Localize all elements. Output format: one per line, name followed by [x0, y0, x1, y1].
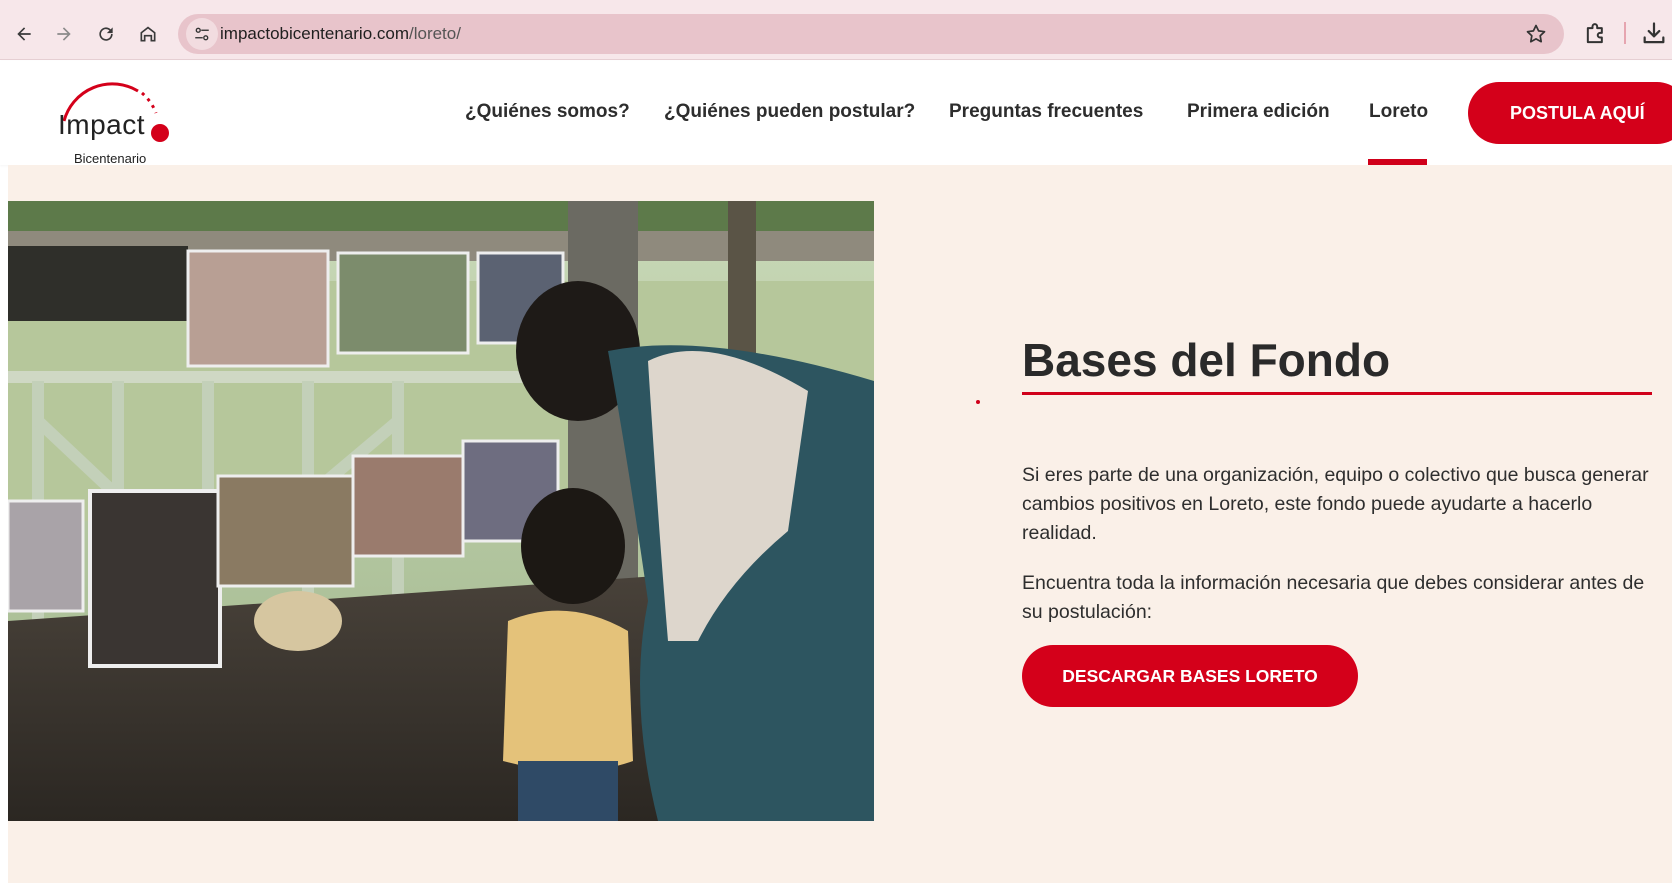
reload-icon	[99, 27, 113, 41]
logo-subtitle: Bicentenario	[74, 151, 147, 166]
address-bar[interactable]: impactobicentenario.com/loreto/	[178, 14, 1564, 54]
nav-loreto[interactable]: Loreto	[1369, 101, 1428, 127]
intro-paragraph: Si eres parte de una organización, equip…	[1022, 464, 1649, 544]
descargar-bases-button[interactable]: DESCARGAR BASES LORETO	[1022, 645, 1358, 707]
page-title: Bases del Fondo	[1022, 334, 1391, 386]
toolbar-separator	[1624, 22, 1626, 44]
downloads-button[interactable]	[1640, 20, 1668, 48]
arrow-left-icon	[17, 27, 31, 41]
site-info-button[interactable]	[186, 18, 218, 50]
site-header: Impact Bicentenario ¿Quiénes somos? ¿Qui…	[0, 61, 1672, 166]
postula-aqui-button[interactable]: POSTULA AQUÍ	[1468, 82, 1672, 144]
url-domain: impactobicentenario.com	[220, 24, 409, 43]
puzzle-icon	[1586, 23, 1603, 44]
impacto-logo[interactable]: Impact Bicentenario	[56, 71, 186, 166]
url-path: /loreto/	[408, 24, 461, 43]
info-paragraph: Encuentra toda la información necesaria …	[1022, 572, 1645, 623]
arrow-right-icon	[57, 27, 71, 41]
forward-button[interactable]	[46, 16, 82, 52]
back-button[interactable]	[6, 16, 42, 52]
star-icon	[1526, 24, 1546, 43]
decorative-dot	[976, 400, 980, 404]
home-button[interactable]	[130, 16, 166, 52]
hero-photo	[8, 201, 874, 821]
tune-icon	[195, 27, 209, 41]
reload-button[interactable]	[88, 16, 124, 52]
main-section: Bases del Fondo Si eres parte de una org…	[8, 165, 1672, 883]
logo-wordmark: Impact	[58, 109, 146, 140]
hero-photo-illustration	[8, 201, 874, 821]
download-icon	[1643, 22, 1665, 44]
nav-primera-edicion[interactable]: Primera edición	[1187, 101, 1330, 127]
bookmark-star-button[interactable]	[1524, 22, 1548, 46]
url-text: impactobicentenario.com/loreto/	[220, 24, 461, 44]
browser-toolbar: impactobicentenario.com/loreto/	[0, 0, 1672, 60]
home-icon	[140, 26, 156, 42]
extensions-button[interactable]	[1582, 20, 1610, 48]
nav-quienes-pueden-postular[interactable]: ¿Quiénes pueden postular?	[664, 101, 915, 127]
nav-quienes-somos[interactable]: ¿Quiénes somos?	[465, 101, 630, 127]
title-underline	[1022, 392, 1652, 395]
nav-preguntas-frecuentes[interactable]: Preguntas frecuentes	[949, 101, 1143, 127]
